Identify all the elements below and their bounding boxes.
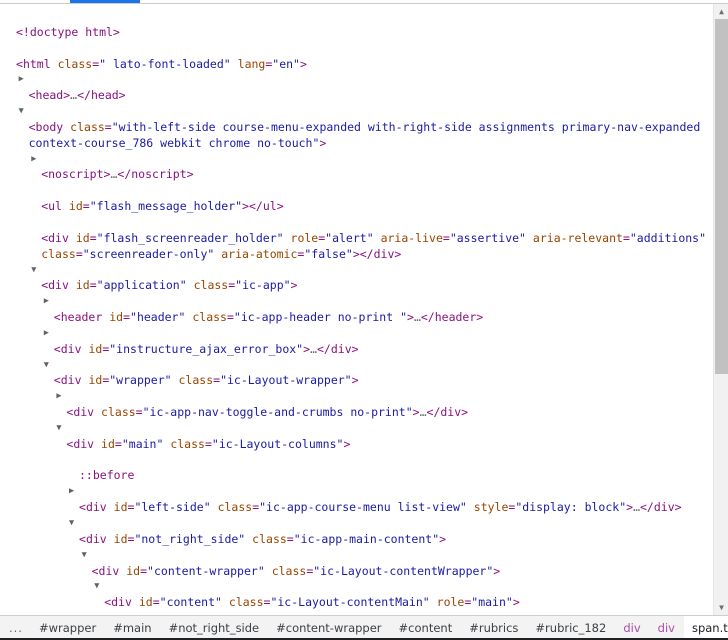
dom-node-markup: <div id="left-side" class="ic-app-course… <box>79 500 682 515</box>
breadcrumb-item-rubric-182[interactable]: #rubric_182 <box>527 616 615 640</box>
chevron-down-icon[interactable] <box>94 579 103 595</box>
chevron-down-icon[interactable] <box>56 421 65 437</box>
dom-node-markup: <div id="wrapper" class="ic-Layout-wrapp… <box>53 373 359 388</box>
dom-node[interactable]: <div id="not_right_side" class="ic-app-m… <box>0 516 708 548</box>
breadcrumb-item-div[interactable]: div <box>650 616 684 640</box>
dom-tree[interactable]: <!doctype html> <html class=" lato-font-l… <box>0 4 708 615</box>
breadcrumb-item-span-title[interactable]: span.title <box>683 616 728 640</box>
dom-node[interactable]: <html class=" lato-font-loaded" lang="en… <box>0 41 708 73</box>
breadcrumb-item-div[interactable]: div <box>615 616 649 640</box>
dom-node-markup: <div id="content" class="ic-Layout-conte… <box>104 595 520 610</box>
chevron-down-icon[interactable] <box>82 548 91 564</box>
chevron-right-icon[interactable] <box>69 484 78 500</box>
chevron-down-icon[interactable] <box>31 263 40 279</box>
scroll-down-arrow[interactable]: ▼ <box>714 600 728 615</box>
dom-node-markup: <body class="with-left-side course-menu-… <box>28 119 708 150</box>
chevron-right-icon[interactable] <box>19 72 28 88</box>
breadcrumb-item-wrapper[interactable]: #wrapper <box>31 616 105 640</box>
breadcrumb-item-not-right-side[interactable]: #not_right_side <box>161 616 269 640</box>
scroll-up-arrow[interactable]: ▲ <box>714 4 728 19</box>
chevron-right-icon[interactable] <box>107 611 116 615</box>
dom-node-markup: <div class="ic-app-nav-toggle-and-crumbs… <box>66 405 469 420</box>
dom-node[interactable]: <div id="content" class="ic-Layout-conte… <box>0 579 708 611</box>
dom-node[interactable]: ::before <box>0 453 708 485</box>
dom-node-markup: <html class=" lato-font-loaded" lang="en… <box>16 56 307 71</box>
dom-node[interactable]: <div class="ic-app-nav-toggle-and-crumbs… <box>0 389 708 421</box>
dom-node[interactable]: <header id="header" class="ic-app-header… <box>0 294 708 326</box>
dom-tree-viewport[interactable]: <!doctype html> <html class=" lato-font-l… <box>0 4 728 615</box>
dom-node-markup: <div id="application" class="ic-app"> <box>41 278 298 293</box>
dom-tree-scrollbar[interactable]: ▲ ▼ <box>713 4 728 615</box>
dom-node-markup: <div id="content-wrapper" class="ic-Layo… <box>91 563 501 578</box>
dom-node-markup: <!doctype html> <box>16 24 120 39</box>
breadcrumb-item-rubrics[interactable]: #rubrics <box>461 616 527 640</box>
dom-node[interactable]: <ul id="flash_message_holder"></ul> <box>0 183 708 215</box>
breadcrumb[interactable]: ... #wrapper #main #not_right_side #content-… <box>0 615 728 640</box>
chevron-right-icon[interactable] <box>56 389 65 405</box>
dom-node-markup: ::before <box>79 468 135 483</box>
dom-node[interactable]: <div id="left-side" class="ic-app-course… <box>0 484 708 516</box>
dom-node[interactable]: <div id="instructure_ajax_error_box">…</… <box>0 326 708 358</box>
chevron-down-icon[interactable] <box>44 358 53 374</box>
dom-node-markup: <div id="instructure_ajax_error_box">…</… <box>53 341 359 356</box>
dom-node[interactable]: <noscript>…</noscript> <box>0 152 708 184</box>
chevron-down-icon[interactable] <box>19 104 28 120</box>
dom-node-markup: <noscript>…</noscript> <box>41 167 194 182</box>
dom-node[interactable]: <div id="flash_screenreader_holder" role… <box>0 215 708 263</box>
breadcrumb-item-content-wrapper[interactable]: #content-wrapper <box>268 616 390 640</box>
active-tab-underline <box>70 0 140 3</box>
dom-node-markup: <div id="not_right_side" class="ic-app-m… <box>79 531 447 546</box>
dom-node[interactable]: <div id="wrapper" class="ic-Layout-wrapp… <box>0 358 708 390</box>
scrollbar-thumb[interactable] <box>715 19 728 374</box>
dom-node[interactable]: <body class="with-left-side course-menu-… <box>0 104 708 152</box>
dom-node[interactable]: <div id="assignment_show" class="assignm… <box>0 611 708 615</box>
dom-node-markup: <head>…</head> <box>28 88 126 103</box>
dom-node-markup: <div id="main" class="ic-Layout-columns"… <box>66 436 351 451</box>
chevron-right-icon[interactable] <box>44 294 53 310</box>
dom-node-markup: <div id="flash_screenreader_holder" role… <box>41 230 707 261</box>
breadcrumb-item-[interactable]: ... <box>0 616 31 640</box>
chevron-down-icon[interactable] <box>69 516 78 532</box>
breadcrumb-item-main[interactable]: #main <box>105 616 160 640</box>
dom-node-markup: <ul id="flash_message_holder"></ul> <box>41 199 284 214</box>
dom-node[interactable]: <div id="main" class="ic-Layout-columns"… <box>0 421 708 453</box>
dom-node-markup: <header id="header" class="ic-app-header… <box>53 310 484 325</box>
dom-node[interactable]: <!doctype html> <box>0 9 708 41</box>
chevron-right-icon[interactable] <box>31 152 40 168</box>
dom-node[interactable]: <head>…</head> <box>0 72 708 104</box>
chevron-right-icon[interactable] <box>44 326 53 342</box>
devtools-elements-panel: <!doctype html> <html class=" lato-font-l… <box>0 0 728 640</box>
breadcrumb-item-content[interactable]: #content <box>391 616 462 640</box>
dom-node[interactable]: <div id="content-wrapper" class="ic-Layo… <box>0 548 708 580</box>
dom-node[interactable]: <div id="application" class="ic-app"> <box>0 263 708 295</box>
